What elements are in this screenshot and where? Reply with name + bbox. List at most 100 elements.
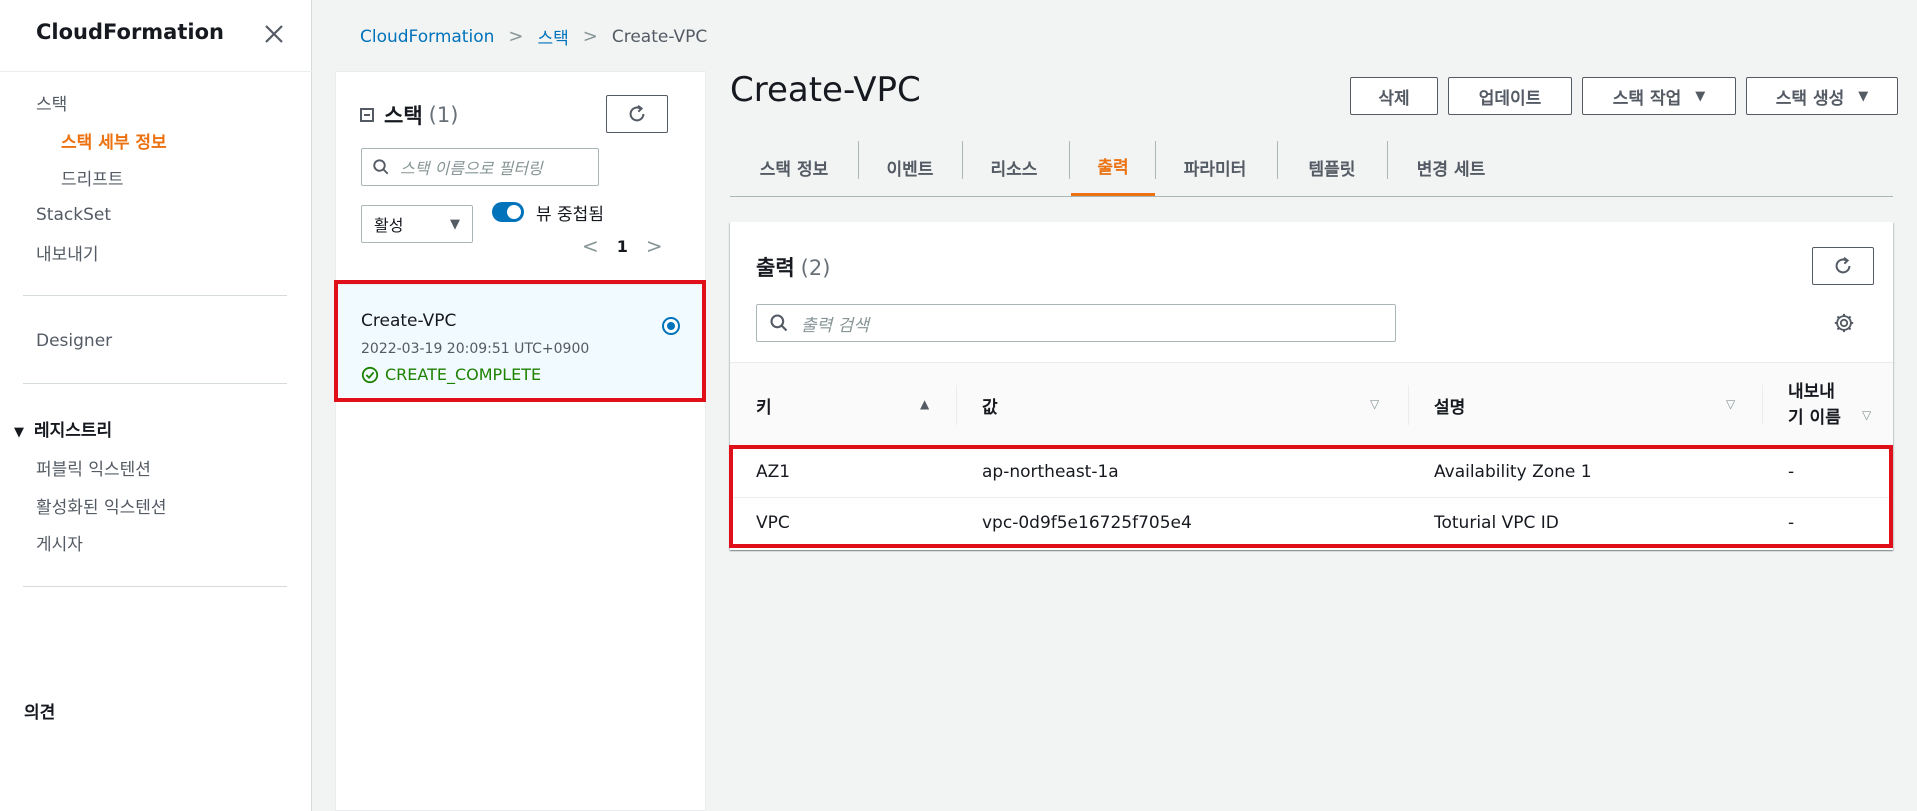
row-export-name: - xyxy=(1788,513,1795,533)
column-divider xyxy=(1408,385,1409,425)
search-placeholder: 출력 검색 xyxy=(801,315,869,336)
breadcrumb-current: Create-VPC xyxy=(611,26,708,47)
search-icon xyxy=(373,159,389,175)
stack-card[interactable]: Create-VPC 2022-03-19 20:09:51 UTC+0900 … xyxy=(336,284,705,397)
row-description: Availability Zone 1 xyxy=(1434,462,1592,482)
chevron-right-icon: > xyxy=(508,26,524,47)
nav-title[interactable]: CloudFormation xyxy=(36,20,224,44)
export-name-line1: 내보내 xyxy=(1788,382,1835,402)
filter-placeholder: 스택 이름으로 필터링 xyxy=(400,159,543,178)
sort-ascending-icon[interactable]: ▲ xyxy=(920,397,929,411)
update-button[interactable]: 업데이트 xyxy=(1448,77,1572,115)
search-icon xyxy=(770,314,788,332)
caret-down-icon: ▼ xyxy=(14,425,24,440)
stack-tabs: 스택 정보 이벤트 리소스 출력 파라미터 템플릿 변경 세트 xyxy=(730,138,1893,197)
nav-section-registry[interactable]: ▼ 레지스트리 xyxy=(14,416,112,441)
chevron-left-icon[interactable]: < xyxy=(582,234,599,258)
tab-stack-info[interactable]: 스택 정보 xyxy=(730,138,858,196)
update-label: 업데이트 xyxy=(1478,88,1542,109)
stack-list-panel: 스택 (1) 스택 이름으로 필터링 활성 ▼ 뷰 중첩됨 < 1 > Crea… xyxy=(335,71,706,811)
page-number[interactable]: 1 xyxy=(617,237,628,256)
nav-divider xyxy=(23,383,287,384)
close-icon[interactable] xyxy=(262,22,286,46)
nav-item-stacks[interactable]: 스택 xyxy=(36,90,67,115)
caret-down-icon: ▼ xyxy=(450,216,460,232)
caret-down-icon: ▼ xyxy=(1858,88,1869,104)
nav-item-activated-extensions[interactable]: 활성화된 익스텐션 xyxy=(36,493,167,518)
refresh-icon xyxy=(629,104,645,122)
tab-outputs[interactable]: 출력 xyxy=(1071,138,1155,196)
column-divider xyxy=(1762,385,1763,425)
tab-template[interactable]: 템플릿 xyxy=(1277,138,1387,196)
nav-section-label: 레지스트리 xyxy=(34,421,113,441)
nav-item-designer[interactable]: Designer xyxy=(36,331,112,351)
sort-icon[interactable]: ▽ xyxy=(1370,397,1379,411)
status-filter-select[interactable]: 활성 ▼ xyxy=(361,205,473,243)
stack-panel-title: 스택 xyxy=(384,104,423,128)
nav-item-stackset[interactable]: StackSet xyxy=(36,205,111,225)
stack-count: (1) xyxy=(428,103,459,127)
table-row: VPC vpc-0d9f5e16725f705e4 Toturial VPC I… xyxy=(730,498,1893,548)
nav-item-drift[interactable]: 드리프트 xyxy=(61,165,124,190)
tab-divider xyxy=(1069,141,1070,179)
outputs-search-input[interactable]: 출력 검색 xyxy=(756,304,1396,342)
table-row: AZ1 ap-northeast-1a Availability Zone 1 … xyxy=(730,447,1893,498)
outputs-title: 출력 (2) xyxy=(756,252,830,282)
sort-icon[interactable]: ▽ xyxy=(1726,397,1735,411)
nav-item-publishers[interactable]: 게시자 xyxy=(36,530,83,555)
side-navigation: CloudFormation 스택 스택 세부 정보 드리프트 StackSet… xyxy=(0,0,312,811)
stack-name[interactable]: Create-VPC xyxy=(361,311,456,331)
column-divider xyxy=(956,385,957,425)
delete-button[interactable]: 삭제 xyxy=(1350,77,1438,115)
stack-status-text: CREATE_COMPLETE xyxy=(385,365,542,384)
outputs-title-text: 출력 xyxy=(756,256,795,280)
column-value[interactable]: 값 xyxy=(982,363,998,447)
refresh-stacks-button[interactable] xyxy=(606,95,668,133)
tab-parameters[interactable]: 파라미터 xyxy=(1155,138,1275,196)
toggle-label: 뷰 중첩됨 xyxy=(536,205,604,225)
page-title: Create-VPC xyxy=(730,70,921,110)
table-header: 키 ▲ 값 ▽ 설명 ▽ 내보내 기 이름 ▽ xyxy=(730,362,1893,448)
refresh-icon xyxy=(1835,256,1851,274)
row-export-name: - xyxy=(1788,462,1795,482)
column-export-name[interactable]: 내보내 기 이름 xyxy=(1788,363,1841,447)
sort-icon[interactable]: ▽ xyxy=(1862,408,1871,422)
stack-panel-header: 스택 (1) xyxy=(360,100,458,130)
breadcrumb: CloudFormation > 스택 > Create-VPC xyxy=(360,24,707,49)
nav-item-public-extensions[interactable]: 퍼블릭 익스텐션 xyxy=(36,455,151,480)
chevron-right-icon[interactable]: > xyxy=(646,234,663,258)
outputs-panel: 출력 (2) 출력 검색 키 ▲ 값 ▽ 설명 ▽ 내보내 기 이름 ▽ AZ1… xyxy=(730,222,1893,550)
breadcrumb-stacks[interactable]: 스택 xyxy=(537,24,568,49)
nav-item-stack-details[interactable]: 스택 세부 정보 xyxy=(61,128,167,153)
stack-select-radio[interactable] xyxy=(662,317,680,335)
collapse-icon[interactable] xyxy=(360,108,374,122)
nav-divider xyxy=(23,295,287,296)
delete-label: 삭제 xyxy=(1378,88,1410,109)
chevron-right-icon: > xyxy=(582,26,598,47)
feedback-link[interactable]: 의견 xyxy=(24,698,55,723)
check-circle-icon xyxy=(361,366,379,383)
tab-change-sets[interactable]: 변경 세트 xyxy=(1387,138,1515,196)
status-select-value: 활성 xyxy=(374,216,404,235)
row-value: ap-northeast-1a xyxy=(982,462,1119,482)
stack-actions-button[interactable]: 스택 작업 ▼ xyxy=(1582,77,1736,115)
refresh-outputs-button[interactable] xyxy=(1812,247,1874,285)
row-key: VPC xyxy=(756,513,790,533)
nav-item-exports[interactable]: 내보내기 xyxy=(36,240,99,265)
create-stack-button[interactable]: 스택 생성 ▼ xyxy=(1746,77,1898,115)
breadcrumb-cloudformation[interactable]: CloudFormation xyxy=(360,27,494,47)
column-key[interactable]: 키 xyxy=(756,363,772,447)
stack-timestamp: 2022-03-19 20:09:51 UTC+0900 xyxy=(361,341,590,357)
stack-actions-label: 스택 작업 xyxy=(1612,88,1682,109)
nav-divider xyxy=(23,586,287,587)
gear-icon[interactable] xyxy=(1833,312,1855,334)
stack-status: CREATE_COMPLETE xyxy=(361,365,541,384)
export-name-line2: 기 이름 xyxy=(1788,408,1841,428)
nested-view-toggle[interactable] xyxy=(492,202,524,222)
tab-resources[interactable]: 리소스 xyxy=(962,138,1066,196)
pagination: < 1 > xyxy=(582,234,663,258)
stack-filter-input[interactable]: 스택 이름으로 필터링 xyxy=(361,148,599,186)
column-description[interactable]: 설명 xyxy=(1434,363,1465,447)
tab-events[interactable]: 이벤트 xyxy=(858,138,962,196)
row-description: Toturial VPC ID xyxy=(1434,513,1559,533)
